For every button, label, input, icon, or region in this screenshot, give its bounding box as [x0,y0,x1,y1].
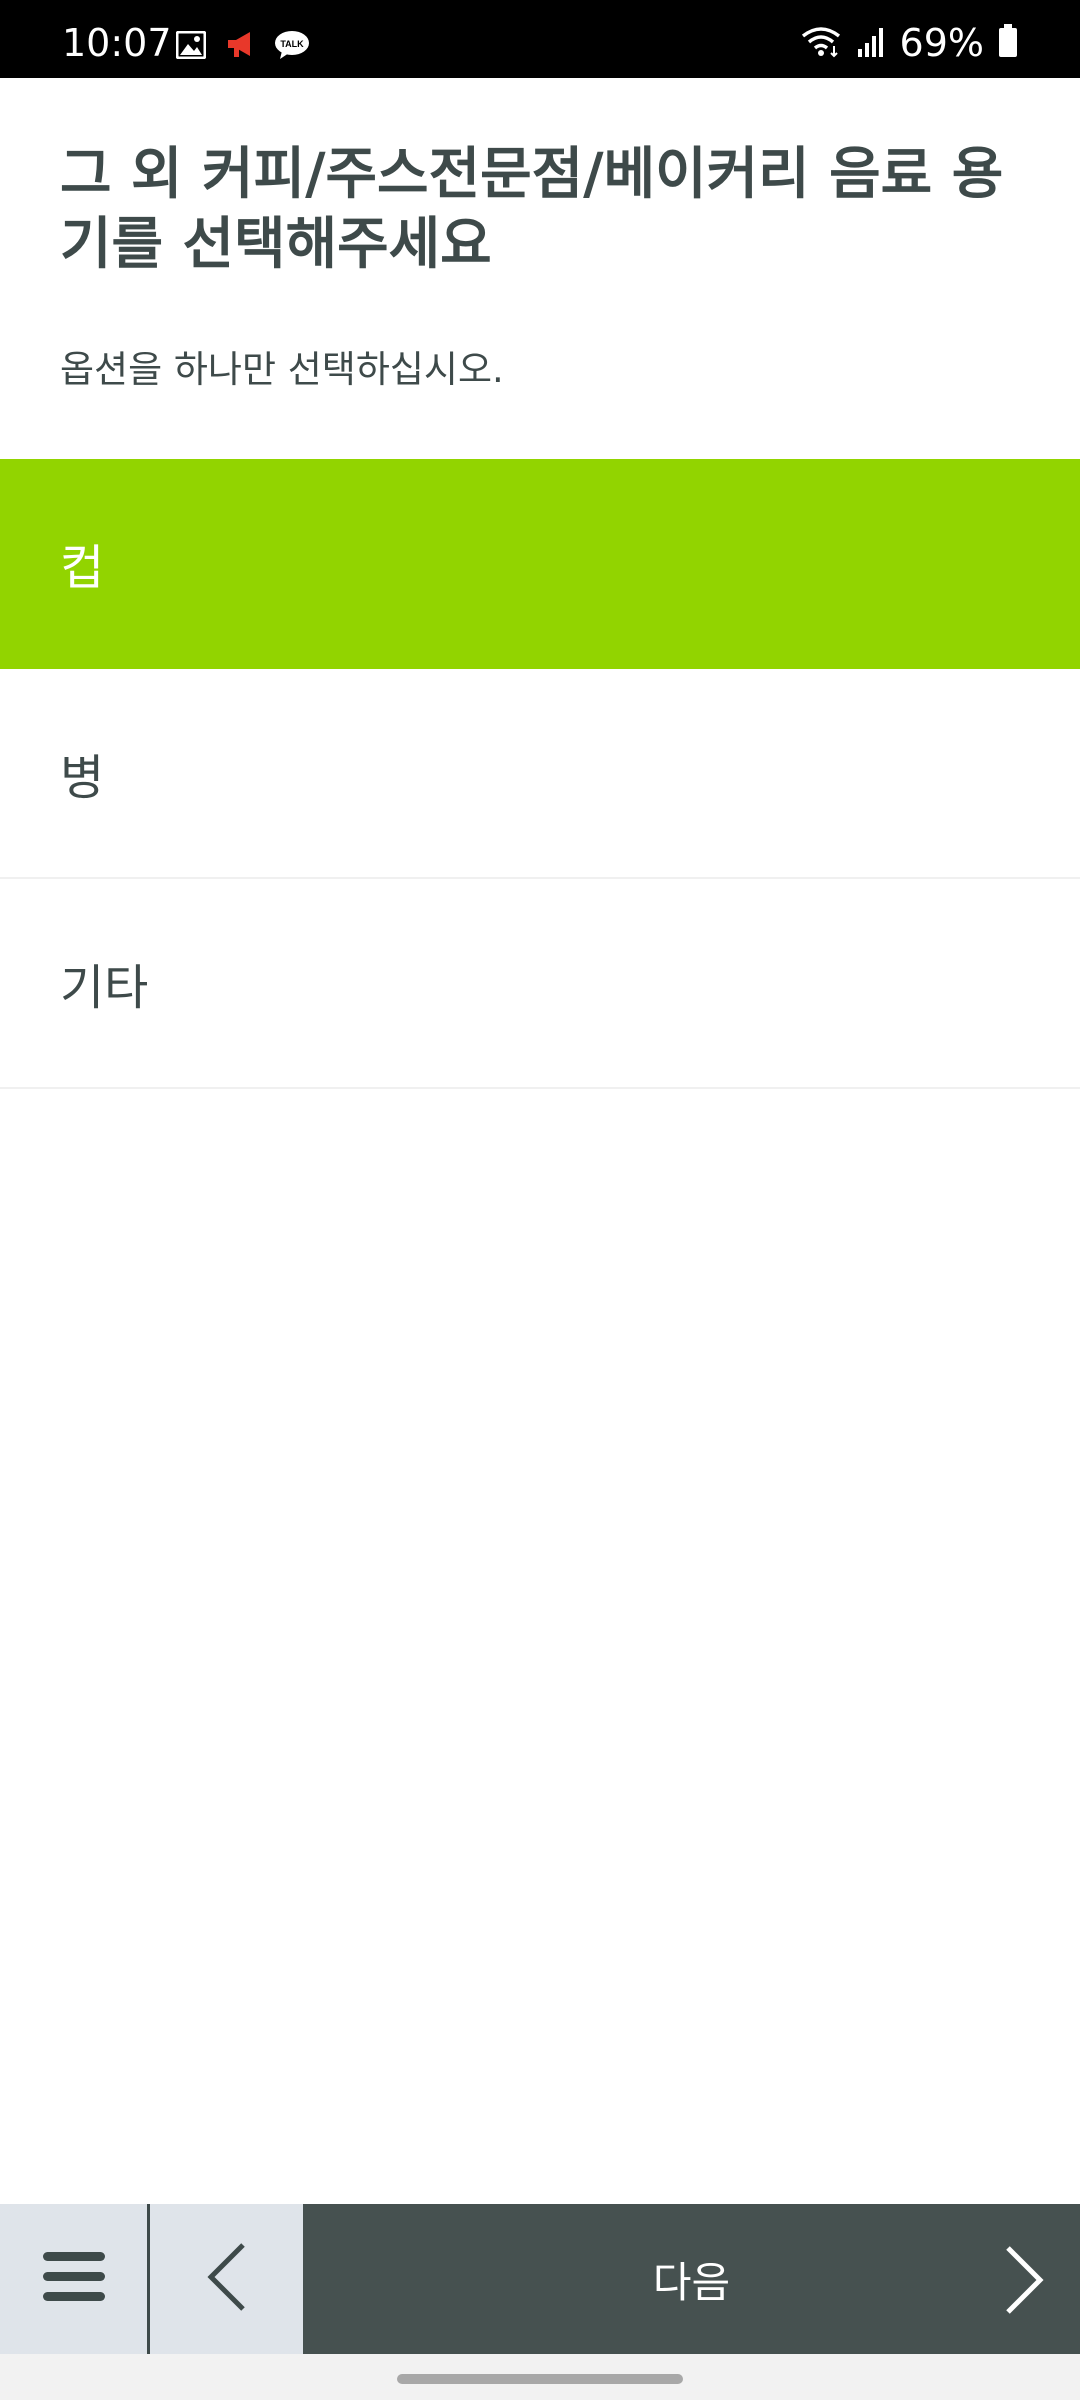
hamburger-menu-icon [41,2250,107,2308]
chevron-right-icon [1002,2244,1046,2320]
option-bottle[interactable]: 병 [0,669,1080,879]
notification-icons: TALK [175,30,310,64]
svg-text:TALK: TALK [280,39,304,49]
chevron-left-icon [205,2241,249,2317]
option-cup[interactable]: 컵 [0,459,1080,669]
option-label: 기타 [60,960,149,1016]
menu-button[interactable] [0,2204,150,2354]
status-bar: 10:07 TALK 69% [0,0,1080,78]
talk-icon: TALK [274,30,310,64]
option-list: 컵 병 기타 [0,459,1080,1089]
option-other[interactable]: 기타 [0,879,1080,1089]
home-indicator[interactable] [397,2374,683,2384]
system-navigation-area [0,2354,1080,2400]
question-title: 그 외 커피/주스전문점/베이커리 음료 용기를 선택해주세요 [60,142,1004,277]
status-time: 10:07 [62,21,172,65]
battery-percent: 69% [899,21,984,65]
bottom-navigation-bar: 다음 [0,2204,1080,2354]
wifi-icon [800,24,842,62]
question-instruction: 옵션을 하나만 선택하십시오. [60,348,504,391]
signal-icon [856,25,886,61]
back-button[interactable] [150,2204,303,2354]
next-button[interactable]: 다음 [303,2204,1080,2354]
option-label: 병 [60,750,105,806]
megaphone-icon [224,30,256,64]
battery-icon [998,24,1018,62]
next-label: 다음 [652,2257,731,2307]
gallery-icon [175,30,207,63]
option-label: 컵 [60,540,105,596]
system-icons: 69% [800,24,1018,62]
